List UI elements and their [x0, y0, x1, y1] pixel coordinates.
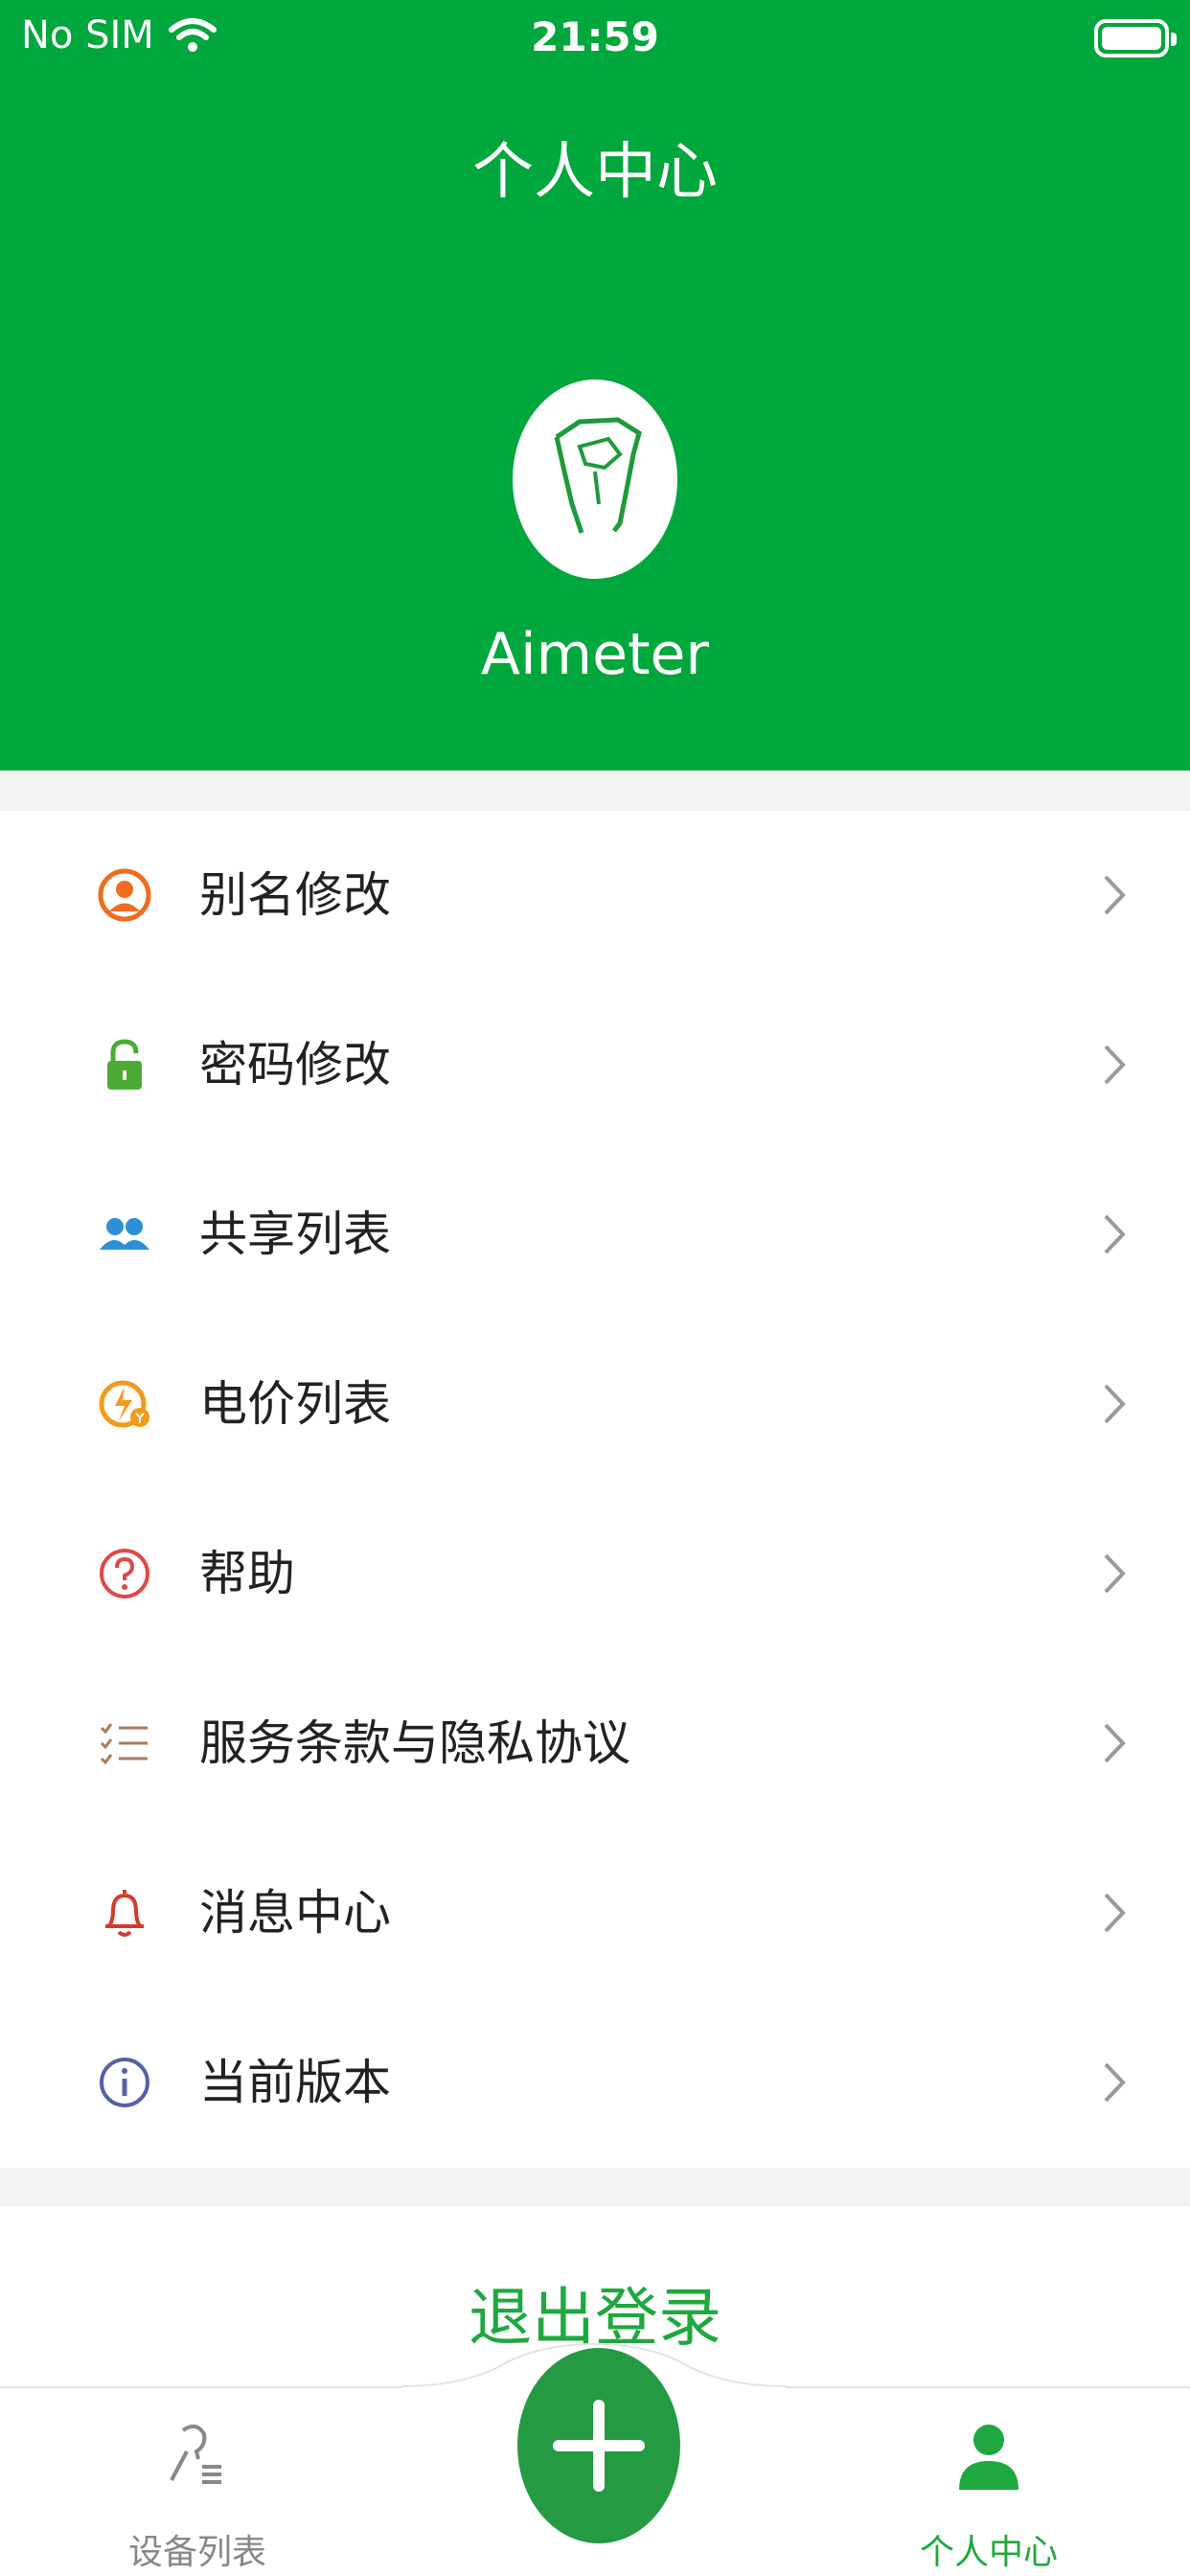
tab-device-list[interactable]: 设备列表 — [25, 2388, 370, 2576]
menu-item-version[interactable]: 当前版本 — [0, 1998, 1190, 2168]
electricity-price-icon — [99, 1380, 149, 1428]
status-time: 21:59 — [531, 13, 659, 60]
tab-profile[interactable]: 个人中心 — [816, 2388, 1161, 2576]
chevron-right-icon — [1104, 875, 1126, 915]
bell-icon — [105, 1890, 144, 1937]
tab-label: 个人中心 — [919, 2533, 1058, 2572]
chevron-right-icon — [1104, 1384, 1126, 1424]
profile-header: No SIM 21:59 个人中心 Aimeter — [0, 0, 1190, 770]
menu-item-label: 密码修改 — [199, 1037, 391, 1092]
menu-item-label: 电价列表 — [199, 1376, 391, 1432]
menu-item-help[interactable]: 帮助 — [0, 1489, 1190, 1659]
menu-item-label: 别名修改 — [199, 867, 391, 923]
plus-icon — [553, 2400, 645, 2492]
menu-item-label: 服务条款与隐私协议 — [199, 1715, 630, 1771]
menu-item-password[interactable]: 密码修改 — [0, 980, 1190, 1150]
chevron-right-icon — [1104, 1045, 1126, 1085]
avatar-logo-icon — [554, 417, 642, 534]
chevron-right-icon — [1104, 1553, 1126, 1594]
page-title: 个人中心 — [472, 137, 718, 208]
menu-item-label: 消息中心 — [199, 1885, 391, 1941]
chevron-right-icon — [1104, 1214, 1126, 1254]
menu-item-label: 当前版本 — [199, 2055, 391, 2110]
menu-item-alias[interactable]: 别名修改 — [0, 811, 1190, 980]
profile-screen: No SIM 21:59 个人中心 Aimeter 别名修改 密码修改 共享列表… — [0, 0, 1190, 2576]
device-list-icon — [170, 2424, 221, 2484]
settings-menu: 别名修改 密码修改 共享列表 电价列表 帮助 服务条款与隐私协议 消息中心 当前… — [0, 811, 1190, 2168]
menu-item-terms[interactable]: 服务条款与隐私协议 — [0, 1659, 1190, 1828]
person-icon — [959, 2425, 1018, 2490]
avatar[interactable] — [513, 380, 677, 579]
username: Aimeter — [480, 621, 710, 688]
battery-icon — [1094, 19, 1177, 58]
chevron-right-icon — [1104, 1723, 1126, 1763]
menu-item-price-list[interactable]: 电价列表 — [0, 1320, 1190, 1489]
info-icon — [100, 2058, 149, 2107]
users-icon — [100, 1218, 149, 1250]
menu-item-label: 共享列表 — [199, 1207, 391, 1262]
menu-item-messages[interactable]: 消息中心 — [0, 1828, 1190, 1998]
status-bar: No SIM 21:59 — [0, 0, 1190, 80]
user-circle-icon — [98, 868, 151, 922]
chevron-right-icon — [1104, 1893, 1126, 1933]
menu-item-label: 帮助 — [199, 1546, 295, 1601]
chevron-right-icon — [1104, 2062, 1126, 2103]
checklist-icon — [100, 1723, 148, 1765]
tab-label: 设备列表 — [127, 2533, 266, 2572]
lock-icon — [107, 1039, 142, 1090]
help-icon — [100, 1549, 149, 1598]
add-device-button[interactable] — [517, 2348, 680, 2543]
menu-item-share-list[interactable]: 共享列表 — [0, 1150, 1190, 1320]
